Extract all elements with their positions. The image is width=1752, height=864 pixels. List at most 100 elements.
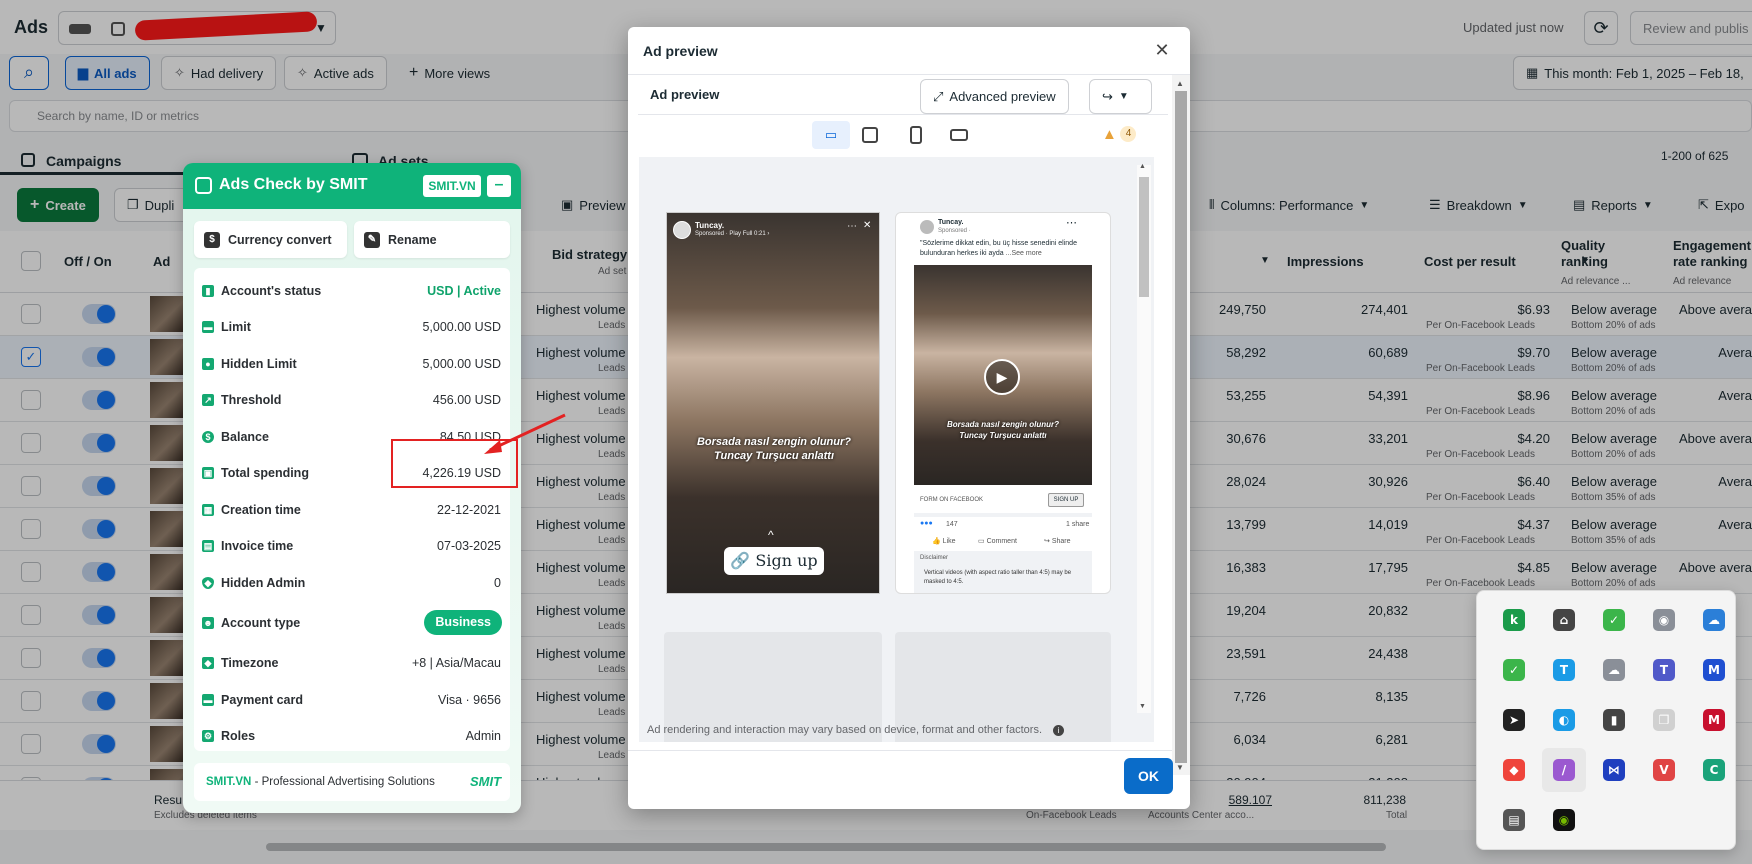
desktop-mobile-icon: ▭ bbox=[824, 127, 838, 142]
tray-app-icon[interactable]: / bbox=[1542, 748, 1586, 792]
more-icon[interactable]: ⋯ bbox=[1066, 216, 1077, 229]
preview-divider bbox=[638, 114, 1168, 115]
dialog-title: Ad preview bbox=[643, 43, 718, 59]
tray-app-icon[interactable]: C bbox=[1692, 748, 1736, 792]
feed-video[interactable]: ▶ Borsada nasıl zengin olunur? Tuncay Tu… bbox=[914, 265, 1092, 485]
share-menu-button[interactable]: ↪ ▼ bbox=[1089, 79, 1152, 114]
feed-divider bbox=[914, 513, 1092, 517]
smit-title: Ads Check by SMIT bbox=[219, 176, 368, 193]
dialog-footer-divider bbox=[628, 750, 1172, 751]
story-signup-button[interactable]: 🔗 Sign up bbox=[724, 547, 824, 575]
scroll-up-icon[interactable]: ▲ bbox=[1176, 79, 1184, 88]
tray-app-icon[interactable]: ◆ bbox=[1492, 748, 1536, 792]
remote-app-icon: ⋈ bbox=[1603, 759, 1625, 781]
rename-label: Rename bbox=[388, 232, 437, 247]
tray-app-icon[interactable]: k bbox=[1492, 598, 1536, 642]
tray-app-icon[interactable]: ☁ bbox=[1692, 598, 1736, 642]
security-check-icon: ✓ bbox=[1603, 609, 1625, 631]
tray-app-icon[interactable]: V bbox=[1642, 748, 1686, 792]
tray-app-icon[interactable]: ✓ bbox=[1492, 648, 1536, 692]
feed-signup-button[interactable]: SIGN UP bbox=[1048, 493, 1084, 507]
anydesk-icon: ◆ bbox=[1503, 759, 1525, 781]
network-device-icon: ⌂ bbox=[1553, 609, 1575, 631]
scroll-down-icon[interactable]: ▼ bbox=[1139, 703, 1146, 710]
info-label: Balance bbox=[221, 430, 269, 444]
close-icon[interactable]: ✕ bbox=[863, 220, 871, 231]
tray-app-icon[interactable]: ❐ bbox=[1642, 698, 1686, 742]
play-button-icon[interactable]: ▶ bbox=[984, 359, 1020, 395]
tray-app-icon[interactable]: ▮ bbox=[1592, 698, 1636, 742]
tray-app-icon[interactable]: T bbox=[1642, 648, 1686, 692]
info-roles: ⚙ Roles Admin bbox=[194, 721, 510, 751]
close-button[interactable]: ✕ bbox=[1151, 39, 1173, 61]
smit-badge[interactable]: SMIT.VN bbox=[423, 175, 481, 197]
preview-subtitle: Ad preview bbox=[650, 87, 720, 102]
share-count: 1 share bbox=[1066, 521, 1090, 528]
advanced-preview-label: Advanced preview bbox=[949, 89, 1056, 104]
share-label: Share bbox=[1051, 538, 1071, 545]
tray-app-icon[interactable]: ➤ bbox=[1492, 698, 1536, 742]
tray-app-icon[interactable]: M bbox=[1692, 698, 1736, 742]
feed-preview[interactable]: Tuncay. Sponsored · ⋯ "Sözlerime dikkat … bbox=[895, 212, 1111, 594]
scroll-down-icon[interactable]: ▼ bbox=[1176, 763, 1184, 772]
scroll-up-icon[interactable]: ▲ bbox=[1139, 163, 1146, 170]
info-hidden-limit: ● Hidden Limit 5,000.00 USD bbox=[194, 349, 510, 379]
tray-app-icon[interactable]: T bbox=[1542, 648, 1586, 692]
info-value: 0 bbox=[494, 576, 501, 590]
like-action[interactable]: 👍 Like bbox=[932, 537, 956, 545]
piggy-bank-icon: ● bbox=[202, 358, 214, 370]
info-value: 07-03-2025 bbox=[437, 539, 501, 553]
warning-indicator[interactable]: ▲ 4 bbox=[1102, 126, 1137, 144]
device-square-button[interactable] bbox=[862, 127, 878, 143]
tray-app-icon[interactable]: ⋈ bbox=[1592, 748, 1636, 792]
comment-action[interactable]: ▭ Comment bbox=[978, 537, 1017, 545]
smit-footer-brand: SMIT.VN bbox=[206, 776, 252, 788]
warning-count: 4 bbox=[1120, 126, 1137, 142]
story-sponsored: Sponsored · Play Full 0:21 › bbox=[695, 231, 770, 237]
see-more-link[interactable]: ...See more bbox=[1006, 250, 1042, 257]
cloud-sync-icon: ☁ bbox=[1703, 609, 1725, 631]
outer-scrollbar-thumb[interactable] bbox=[1175, 91, 1187, 763]
smit-minimize-button[interactable]: – bbox=[487, 175, 511, 197]
reaction-icons: ●●● bbox=[920, 520, 933, 527]
caption-line1: Borsada nasıl zengin olunur? bbox=[946, 420, 1059, 429]
tray-app-icon[interactable]: ☁ bbox=[1592, 648, 1636, 692]
info-icon[interactable]: i bbox=[1053, 725, 1065, 736]
tray-app-icon[interactable]: ◉ bbox=[1542, 798, 1586, 842]
feed-ad-body: "Sözlerime dikkat edin, bu üç hisse sene… bbox=[920, 240, 1077, 257]
info-threshold: ↗ Threshold 456.00 USD bbox=[194, 385, 510, 415]
share-icon: ↪ bbox=[1102, 88, 1113, 104]
ok-button[interactable]: OK bbox=[1124, 758, 1173, 794]
page-avatar bbox=[673, 221, 691, 239]
info-invoice-time: ▤ Invoice time 07-03-2025 bbox=[194, 531, 510, 561]
tray-app-icon[interactable]: ⌂ bbox=[1542, 598, 1586, 642]
feed-page-name: Tuncay. bbox=[938, 219, 964, 226]
smit-footer[interactable]: SMIT.VN - Professional Advertising Solut… bbox=[194, 763, 510, 801]
tray-app-icon[interactable]: ▤ bbox=[1492, 798, 1536, 842]
shield-check-icon: ✓ bbox=[1503, 659, 1525, 681]
shield-icon: ◆ bbox=[202, 577, 214, 589]
close-icon: ✕ bbox=[1154, 40, 1170, 60]
reaction-count: 147 bbox=[946, 521, 958, 528]
device-portrait-button[interactable] bbox=[910, 126, 922, 144]
tray-app-icon[interactable]: ◐ bbox=[1542, 698, 1586, 742]
tray-app-icon[interactable]: ✓ bbox=[1592, 598, 1636, 642]
more-icon[interactable]: ⋯ bbox=[847, 221, 857, 232]
device-landscape-button[interactable] bbox=[950, 129, 968, 141]
inner-scrollbar-thumb[interactable] bbox=[1139, 177, 1149, 297]
tray-app-icon[interactable]: ◉ bbox=[1642, 598, 1686, 642]
roles-icon: ⚙ bbox=[202, 730, 214, 742]
discord-icon: ◉ bbox=[1653, 609, 1675, 631]
currency-convert-button[interactable]: $ Currency convert bbox=[194, 221, 347, 258]
credit-card-icon: ▬ bbox=[202, 694, 214, 706]
currency-convert-label: Currency convert bbox=[228, 232, 332, 247]
info-value: 22-12-2021 bbox=[437, 503, 501, 517]
rename-button[interactable]: ✎ Rename bbox=[354, 221, 510, 258]
device-desktop-button[interactable]: ▭ bbox=[812, 121, 850, 149]
advanced-preview-button[interactable]: ⤢ Advanced preview bbox=[920, 79, 1069, 114]
tray-app-icon[interactable]: M bbox=[1692, 648, 1736, 692]
video-subtitle: Borsada nasıl zengin olunur? Tuncay Turş… bbox=[914, 419, 1092, 441]
info-label: Threshold bbox=[221, 393, 282, 407]
story-preview[interactable]: Tuncay. Sponsored · Play Full 0:21 › ⋯ ✕… bbox=[666, 212, 880, 594]
share-action[interactable]: ↪ Share bbox=[1044, 537, 1071, 545]
